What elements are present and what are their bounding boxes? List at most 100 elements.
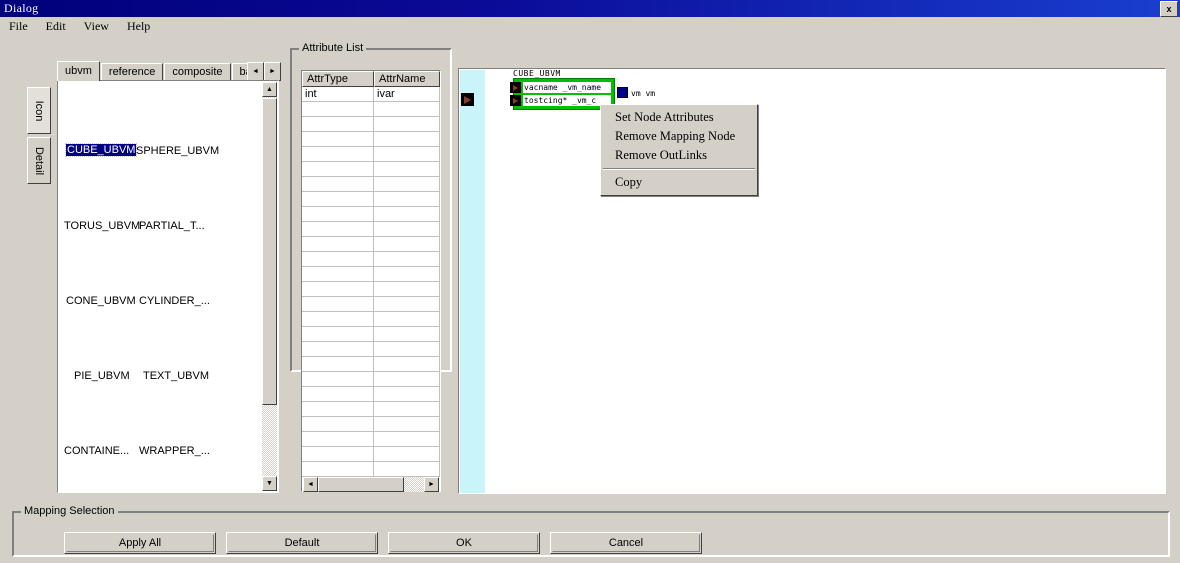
context-menu-item-copy[interactable]: Copy (601, 173, 757, 192)
node-out-port-icon[interactable] (617, 87, 628, 98)
tab-composite[interactable]: composite (164, 63, 231, 81)
node-attr-row[interactable]: vacname _vm_name (510, 81, 611, 94)
node-attr-label: tostcing* _vm_c (523, 95, 611, 106)
menu-item-view[interactable]: View (75, 18, 118, 35)
cell-attrname: ivar (374, 87, 440, 101)
hscroll-right-icon[interactable]: ► (424, 477, 439, 492)
attribute-table-header: AttrType AttrName (302, 71, 440, 87)
palette-item-cylinder[interactable]: CYLINDER_... (139, 295, 210, 307)
node-in-port-icon[interactable] (510, 95, 521, 106)
scroll-up-icon[interactable]: ▲ (262, 82, 277, 97)
table-row (302, 327, 440, 342)
palette-vertical-scrollbar[interactable]: ▲ ▼ (262, 82, 277, 491)
table-row (302, 447, 440, 462)
hscroll-thumb[interactable] (318, 477, 404, 492)
default-label: Default (284, 537, 320, 549)
canvas-input-port[interactable] (461, 93, 474, 106)
hscroll-left-icon[interactable]: ◄ (303, 477, 318, 492)
table-row (302, 207, 440, 222)
node-attr-row[interactable]: tostcing* _vm_c (510, 94, 611, 107)
apply-all-button[interactable]: Apply All (64, 532, 216, 554)
palette-item-wrapper[interactable]: WRAPPER_... (139, 445, 210, 457)
palette-item-container[interactable]: CONTAINE... (64, 445, 129, 457)
table-row (302, 387, 440, 402)
palette-item-sphere-ubvm[interactable]: SPHERE_UBVM (136, 145, 219, 157)
default-button[interactable]: Default (226, 532, 378, 554)
table-row (302, 372, 440, 387)
table-row (302, 132, 440, 147)
vtab-icon-label: Icon (33, 100, 45, 121)
close-icon[interactable]: x (1160, 1, 1178, 17)
table-row (302, 342, 440, 357)
vtab-icon[interactable]: Icon (27, 87, 51, 134)
menu-item-file[interactable]: File (0, 18, 37, 35)
tab-reference[interactable]: reference (100, 63, 164, 81)
context-menu-item-remove-outlinks[interactable]: Remove OutLinks (601, 146, 757, 165)
table-row (302, 117, 440, 132)
table-row (302, 192, 440, 207)
tab-scroll-left-icon[interactable]: ◄ (247, 62, 264, 81)
column-header-attrname[interactable]: AttrName (374, 71, 440, 87)
tab-ubvm[interactable]: ubvm (57, 61, 100, 81)
node-title: CUBE_UBVM (513, 69, 561, 78)
dialog-window: Dialog x File Edit View Help Icon Detail… (0, 0, 1180, 563)
table-row (302, 162, 440, 177)
table-row (302, 432, 440, 447)
palette-item-cone-ubvm[interactable]: CONE_UBVM (66, 295, 136, 307)
column-header-attrtype[interactable]: AttrType (302, 71, 374, 87)
scroll-thumb[interactable] (262, 98, 277, 405)
attribute-table-hscrollbar[interactable]: ◄ ► (303, 477, 439, 492)
vtab-detail-label: Detail (33, 146, 45, 175)
scroll-down-icon[interactable]: ▼ (262, 476, 277, 491)
menu-item-help[interactable]: Help (118, 18, 159, 35)
table-row (302, 417, 440, 432)
context-menu-item-remove-mapping-node[interactable]: Remove Mapping Node (601, 127, 757, 146)
menu-bar: File Edit View Help (0, 17, 1180, 35)
palette-tabstrip: ubvm reference composite basic ◄ ► (57, 61, 281, 81)
palette-item-cube-ubvm[interactable]: CUBE_UBVM (64, 143, 138, 157)
arrow-right-icon (464, 95, 471, 104)
hscroll-track[interactable] (318, 477, 424, 492)
tab-scroll-buttons: ◄ ► (247, 62, 281, 81)
menu-item-edit[interactable]: Edit (37, 18, 75, 35)
tab-scroll-right-icon[interactable]: ► (264, 62, 281, 81)
palette-item-torus-ubvm[interactable]: TORUS_UBVM (64, 220, 140, 232)
table-row (302, 282, 440, 297)
table-row (302, 402, 440, 417)
attribute-table[interactable]: AttrType AttrName int ivar (301, 70, 441, 492)
table-row (302, 297, 440, 312)
mapping-selection-buttons: Apply All Default OK Cancel (13, 530, 1169, 554)
table-row (302, 237, 440, 252)
canvas-left-strip (460, 70, 485, 493)
node-attr-label: vacname _vm_name (523, 82, 611, 93)
table-row (302, 312, 440, 327)
table-row (302, 222, 440, 237)
mapping-canvas[interactable]: CUBE_UBVM vacname _vm_name tostcing* _vm… (458, 68, 1166, 494)
table-row (302, 177, 440, 192)
context-menu-item-set-node-attributes[interactable]: Set Node Attributes (601, 108, 757, 127)
cancel-button[interactable]: Cancel (550, 532, 702, 554)
context-menu[interactable]: Set Node Attributes Remove Mapping Node … (600, 104, 758, 196)
attribute-list-title: Attribute List (299, 42, 367, 54)
palette-item-partial-t[interactable]: PARTIAL_T... (139, 220, 205, 232)
cell-attrtype: int (302, 87, 374, 101)
palette-panel: ubvm reference composite basic ◄ ► CUBE_… (57, 61, 281, 494)
view-mode-tabs: Icon Detail (27, 87, 51, 187)
table-row (302, 147, 440, 162)
table-row (302, 252, 440, 267)
table-row (302, 462, 440, 477)
table-row[interactable]: int ivar (302, 87, 440, 102)
ok-label: OK (456, 537, 472, 549)
apply-all-label: Apply All (118, 537, 162, 549)
palette-list[interactable]: CUBE_UBVM SPHERE_UBVM TORUS_UBVM PARTIAL… (57, 80, 279, 493)
window-title: Dialog (4, 1, 39, 15)
mapping-selection-group: Mapping Selection Apply All Default OK C… (12, 505, 1170, 557)
vtab-detail[interactable]: Detail (27, 137, 51, 184)
cancel-label: Cancel (608, 537, 644, 549)
ok-button[interactable]: OK (388, 532, 540, 554)
palette-item-text-ubvm[interactable]: TEXT_UBVM (143, 370, 209, 382)
node-in-port-icon[interactable] (510, 82, 521, 93)
node-out-label: vm vm (631, 89, 656, 98)
palette-item-pie-ubvm[interactable]: PIE_UBVM (74, 370, 130, 382)
context-menu-separator (603, 168, 755, 170)
